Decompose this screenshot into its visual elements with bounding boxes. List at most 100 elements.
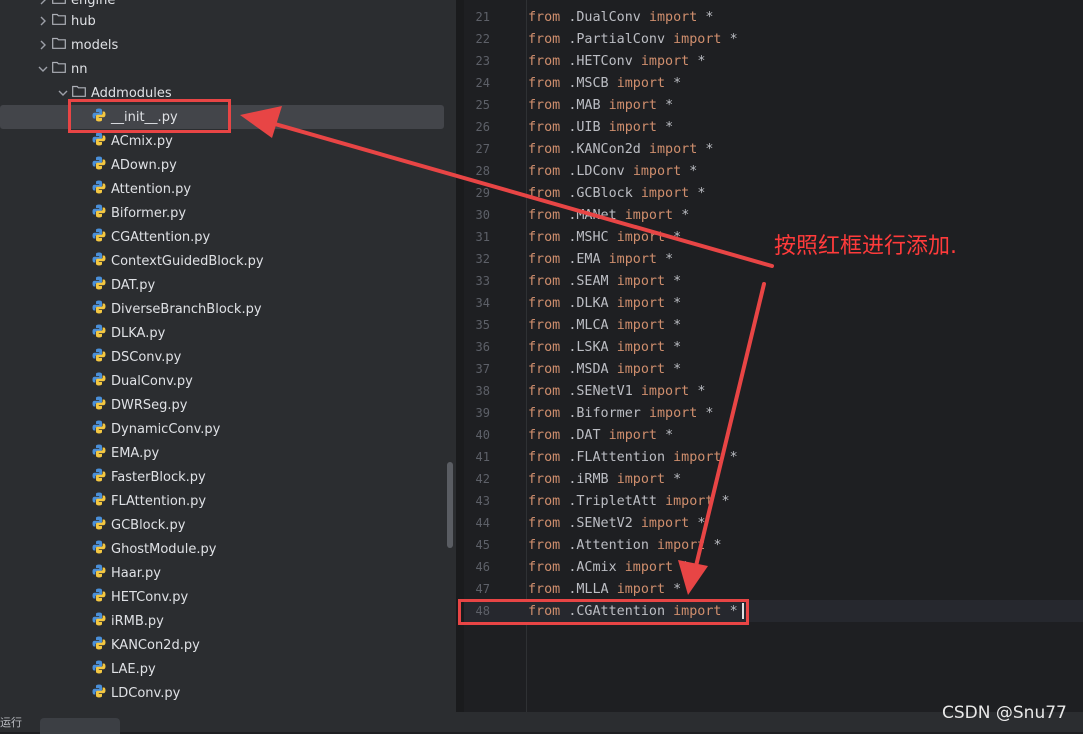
code-line[interactable]: 26 from .UIB import * [464,116,1083,138]
tree-item-label: hub [71,13,96,29]
line-number: 47 [475,582,490,596]
python-file-icon [92,228,111,246]
tree-folder-item[interactable]: hub [0,9,456,33]
code-line[interactable]: 47 from .MLLA import * [464,578,1083,600]
keyword-from: from [528,427,561,443]
import-star: * [713,537,722,553]
tree-file-item[interactable]: DWRSeg.py [0,393,456,417]
tree-file-item[interactable]: ADown.py [0,153,456,177]
watermark: CSDN @Snu77 [942,703,1067,723]
keyword-import: import [640,185,690,201]
code-line[interactable]: 41 from .FLAttention import * [464,446,1083,468]
code-text: from .FLAttention import * [528,450,738,465]
code-line[interactable]: 45 from .Attention import * [464,534,1083,556]
module-name: .MSCB [568,75,609,91]
code-text: from .PartialConv import * [528,32,738,47]
tree-file-item[interactable]: GhostModule.py [0,537,456,561]
code-line[interactable]: 27 from .KANCon2d import * [464,138,1083,160]
import-star: * [665,119,674,135]
keyword-import: import [616,273,666,289]
tree-file-item[interactable]: CGAttention.py [0,225,456,249]
keyword-import: import [673,449,722,465]
code-line[interactable]: 46 from .ACmix import * [464,556,1083,578]
keyword-from: from [528,251,561,267]
keyword-from: from [528,361,561,377]
tree-scrollbar-thumb[interactable] [447,462,453,548]
code-line[interactable]: 38 from .SENetV1 import * [464,380,1083,402]
keyword-from: from [528,383,561,399]
line-number: 41 [475,450,490,464]
tree-file-item[interactable]: ContextGuidedBlock.py [0,249,456,273]
code-line[interactable]: 36 from .LSKA import * [464,336,1083,358]
module-name: .SENetV1 [568,383,633,399]
folder-icon [50,13,71,29]
tree-file-item[interactable]: LAE.py [0,657,456,681]
tree-file-item[interactable]: KANCon2d.py [0,633,456,657]
code-line[interactable]: 44 from .SENetV2 import * [464,512,1083,534]
keyword-from: from [528,119,561,135]
tree-folder-item[interactable]: models [0,33,456,57]
chevron-right-icon[interactable] [36,9,50,33]
line-number: 31 [475,230,490,244]
code-line[interactable]: 34 from .DLKA import * [464,292,1083,314]
tree-file-item[interactable]: Attention.py [0,177,456,201]
code-line[interactable]: 24 from .MSCB import * [464,72,1083,94]
chevron-down-icon[interactable] [36,57,50,81]
bottom-toolbar: 运行 [0,712,1083,734]
code-line[interactable]: 21 from .DualConv import * [464,6,1083,28]
code-line[interactable]: 43 from .TripletAtt import * [464,490,1083,512]
python-file-icon [92,300,111,318]
tree-file-item[interactable]: DynamicConv.py [0,417,456,441]
tree-file-item[interactable]: iRMB.py [0,609,456,633]
highlight-box-new-import-line [458,599,749,625]
python-file-icon [92,588,111,606]
module-name: .MSDA [568,361,609,377]
code-line[interactable]: 33 from .SEAM import * [464,270,1083,292]
python-file-icon [92,612,111,630]
code-line[interactable]: 39 from .Biformer import * [464,402,1083,424]
import-star: * [673,317,682,333]
tree-file-item[interactable]: Biformer.py [0,201,456,225]
highlight-box-init-file [68,99,231,133]
code-line[interactable]: 29 from .GCBlock import * [464,182,1083,204]
run-label[interactable]: 运行 [0,714,22,730]
tree-file-item[interactable]: HETConv.py [0,585,456,609]
code-line[interactable]: 30 from .MANet import * [464,204,1083,226]
tree-file-item[interactable]: EMA.py [0,441,456,465]
folder-icon [50,61,71,77]
tree-file-item[interactable]: FasterBlock.py [0,465,456,489]
code-text: from .MSCB import * [528,76,681,91]
keyword-import: import [616,581,666,597]
line-number: 37 [475,362,490,376]
line-number: 24 [475,76,490,90]
tree-file-item[interactable]: DLKA.py [0,321,456,345]
code-line[interactable]: 42 from .iRMB import * [464,468,1083,490]
python-file-icon [92,132,111,150]
tree-file-item[interactable]: Haar.py [0,561,456,585]
code-line[interactable]: 28 from .LDConv import * [464,160,1083,182]
tree-item-label: Attention.py [111,181,192,197]
code-line[interactable]: 35 from .MLCA import * [464,314,1083,336]
tree-file-item[interactable]: DAT.py [0,273,456,297]
keyword-import: import [657,537,706,553]
tree-file-item[interactable]: DiverseBranchBlock.py [0,297,456,321]
code-line[interactable]: 23 from .HETConv import * [464,50,1083,72]
module-name: .TripletAtt [568,493,657,509]
keyword-import: import [665,493,714,509]
line-number: 33 [475,274,490,288]
tree-folder-item[interactable]: nn [0,57,456,81]
tree-file-item[interactable]: GCBlock.py [0,513,456,537]
tree-file-item[interactable]: LDConv.py [0,681,456,705]
code-line[interactable]: 40 from .DAT import * [464,424,1083,446]
chevron-right-icon[interactable] [36,33,50,57]
code-line[interactable]: 22 from .PartialConv import * [464,28,1083,50]
tree-file-item[interactable]: FLAttention.py [0,489,456,513]
tree-item-label: LDConv.py [111,685,181,701]
tree-item-label: FasterBlock.py [111,469,206,485]
keyword-from: from [528,141,561,157]
tree-file-item[interactable]: DSConv.py [0,345,456,369]
tree-file-item[interactable]: DualConv.py [0,369,456,393]
code-line[interactable]: 25 from .MAB import * [464,94,1083,116]
code-line[interactable]: 37 from .MSDA import * [464,358,1083,380]
import-star: * [681,559,690,575]
